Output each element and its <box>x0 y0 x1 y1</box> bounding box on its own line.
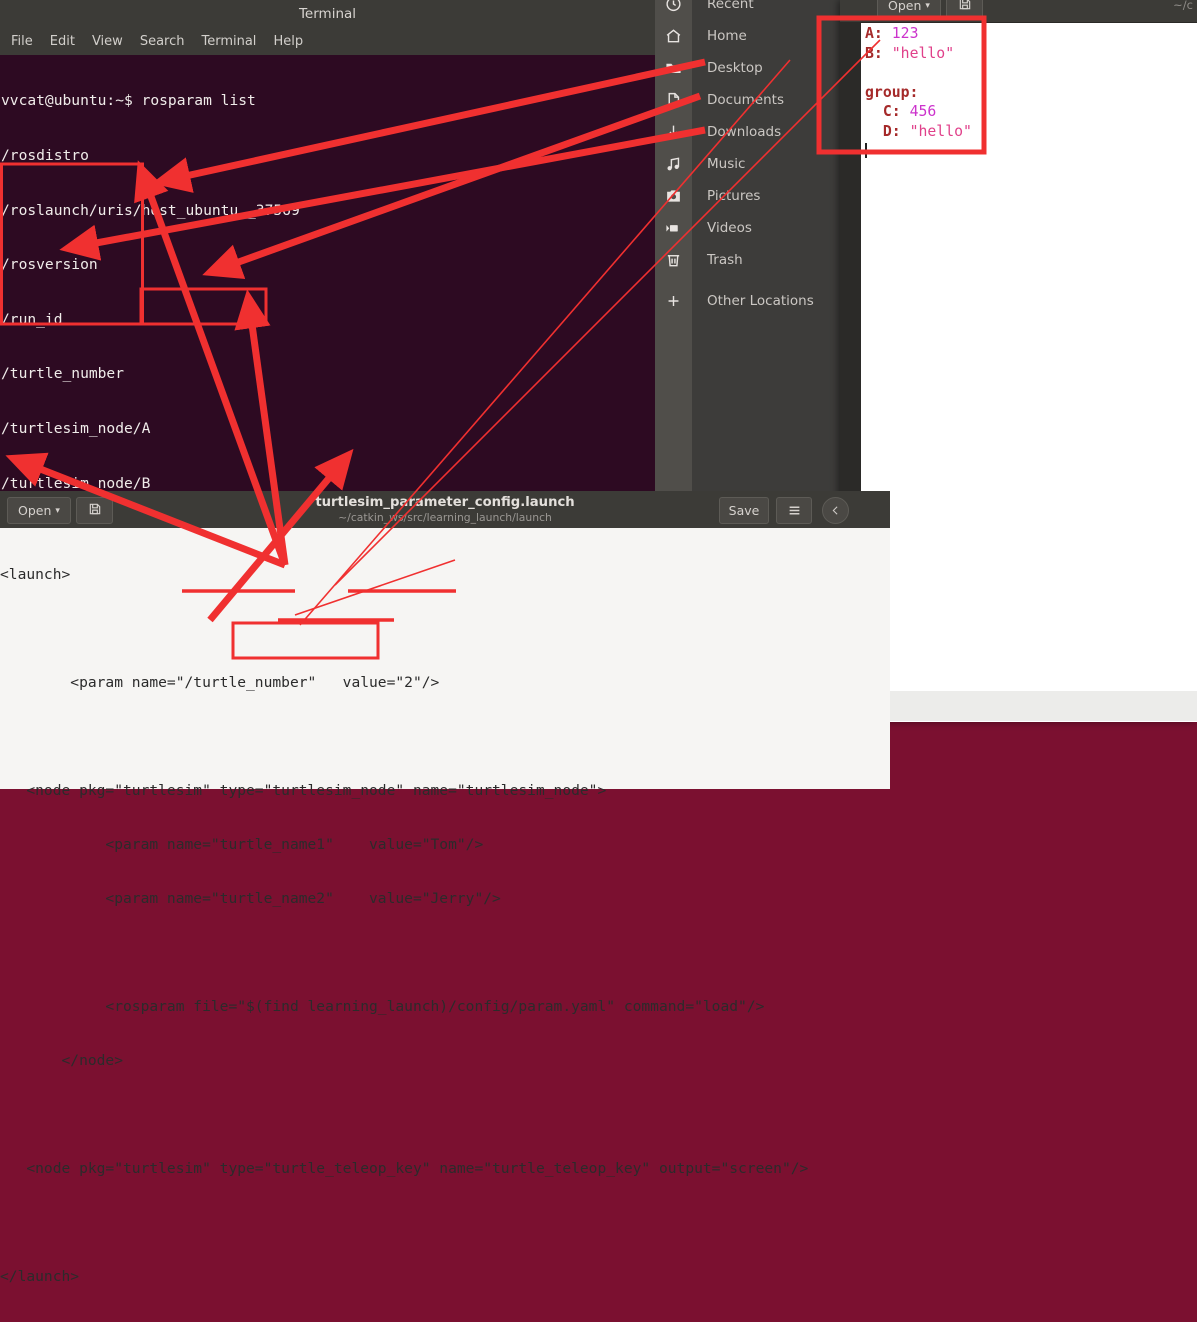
folder-icon <box>664 59 683 78</box>
background-panel-sliver <box>890 691 1197 721</box>
yaml-key-c: C: <box>882 103 901 120</box>
home-icon <box>664 27 683 46</box>
sidebar-item-desktop[interactable]: Desktop <box>655 52 845 84</box>
plus-icon <box>664 292 683 311</box>
sidebar-item-pictures[interactable]: Pictures <box>655 180 845 212</box>
menu-help[interactable]: Help <box>273 34 303 49</box>
yaml-key-b: B: <box>865 44 883 62</box>
menu-search[interactable]: Search <box>140 34 185 49</box>
back-arrow-icon[interactable] <box>822 497 849 524</box>
sidebar-item-trash[interactable]: Trash <box>655 244 845 276</box>
launch-line: <param name="turtle_name1" value="Tom"/> <box>0 836 484 853</box>
sidebar-label-desktop: Desktop <box>707 60 763 76</box>
sidebar-item-documents[interactable]: Documents <box>655 84 845 116</box>
yaml-key-a: A: <box>865 25 883 42</box>
menu-file[interactable]: File <box>11 34 33 49</box>
yaml-text-caret <box>865 143 867 158</box>
terminal-output[interactable]: vvcat@ubuntu:~$ rosparam list /rosdistro… <box>0 55 655 491</box>
launch-line <box>0 1214 890 1232</box>
trash-icon <box>664 251 683 270</box>
sidebar-item-home[interactable]: Home <box>655 20 845 52</box>
sidebar-item-videos[interactable]: Videos <box>655 212 845 244</box>
sidebar-item-other-locations[interactable]: Other Locations <box>655 285 845 317</box>
sidebar-label-recent: Recent <box>707 0 754 12</box>
launch-line: <node pkg="turtlesim" type="turtle_teleo… <box>0 1160 809 1177</box>
launch-line: <rosparam file="$(find learning_launch)/… <box>0 998 765 1015</box>
yaml-save-as-button[interactable] <box>946 0 983 19</box>
sidebar-label-other-locations: Other Locations <box>707 293 814 309</box>
sidebar-item-music[interactable]: Music <box>655 148 845 180</box>
terminal-line: /turtlesim_node/B <box>1 474 151 491</box>
terminal-line: /roslaunch/uris/host_ubuntu__37569 <box>1 201 300 219</box>
terminal-window: Terminal File Edit View Search Terminal … <box>0 0 655 491</box>
sidebar-item-recent[interactable]: Recent <box>655 0 845 20</box>
launch-line <box>0 944 890 962</box>
sidebar-label-documents: Documents <box>707 92 784 108</box>
yaml-value-a: 123 <box>891 25 919 42</box>
launch-line: </node> <box>0 1052 124 1069</box>
launch-editor-header: Open ▾ turtlesim_parameter_config.launch… <box>0 491 890 529</box>
yaml-editor-header: Open ▾ ~/c <box>840 0 1197 23</box>
sidebar-label-downloads: Downloads <box>707 124 782 140</box>
sidebar-label-videos: Videos <box>707 220 752 236</box>
terminal-line: /rosversion <box>1 256 98 274</box>
sidebar-item-downloads[interactable]: Downloads <box>655 116 845 148</box>
menu-view[interactable]: View <box>92 34 123 49</box>
music-note-icon <box>664 155 683 174</box>
video-camera-icon <box>664 219 683 238</box>
sidebar-label-pictures: Pictures <box>707 188 761 204</box>
terminal-line: vvcat@ubuntu:~$ rosparam list <box>1 92 256 110</box>
hamburger-menu-icon[interactable] <box>776 497 812 524</box>
launch-line <box>0 620 890 638</box>
save-button[interactable]: Save <box>719 497 769 524</box>
launch-line <box>0 728 890 746</box>
menu-terminal[interactable]: Terminal <box>201 34 256 49</box>
terminal-line: /run_id <box>1 310 63 328</box>
yaml-key-group: group: <box>865 83 919 101</box>
yaml-file-path: ~/c <box>1173 0 1193 12</box>
save-as-icon <box>958 0 972 14</box>
yaml-open-label: Open <box>888 0 922 13</box>
terminal-line: /rosdistro <box>1 147 89 164</box>
yaml-value-c: 456 <box>909 103 937 120</box>
sidebar-label-trash: Trash <box>707 252 743 268</box>
launch-line: <param name="/turtle_number" value="2"/> <box>0 674 440 691</box>
clock-icon <box>664 0 683 14</box>
launch-editor-text[interactable]: <launch> <param name="/turtle_number" va… <box>0 528 890 1285</box>
yaml-open-button[interactable]: Open ▾ <box>877 0 941 19</box>
launch-line: <node pkg="turtlesim" type="turtlesim_no… <box>0 782 607 799</box>
camera-icon <box>664 187 683 206</box>
launch-line: <param name="turtle_name2" value="Jerry"… <box>0 890 501 907</box>
sidebar-label-music: Music <box>707 156 746 172</box>
yaml-key-d: D: <box>882 122 901 140</box>
download-icon <box>664 123 683 142</box>
yaml-value-b: "hello" <box>891 44 955 62</box>
chevron-down-icon: ▾ <box>925 0 930 11</box>
launch-line: <launch> <box>0 566 71 583</box>
launch-editor-window: Open ▾ turtlesim_parameter_config.launch… <box>0 491 890 1285</box>
terminal-line: /turtle_number <box>1 365 125 383</box>
terminal-menubar[interactable]: File Edit View Search Terminal Help <box>0 28 655 55</box>
terminal-title: Terminal <box>0 0 655 28</box>
yaml-value-d: "hello" <box>909 122 972 140</box>
document-icon <box>664 91 683 110</box>
sidebar-label-home: Home <box>707 28 747 44</box>
launch-line: </launch> <box>0 1268 80 1285</box>
terminal-line: /turtlesim_node/A <box>1 419 151 437</box>
yaml-editor-window: Open ▾ ~/c A: 123 B: "hello" group: C: 4… <box>840 0 1197 722</box>
yaml-editor-text[interactable]: A: 123 B: "hello" group: C: 456 D: "hell… <box>865 24 1185 161</box>
menu-edit[interactable]: Edit <box>50 34 75 49</box>
launch-line <box>0 1106 890 1124</box>
